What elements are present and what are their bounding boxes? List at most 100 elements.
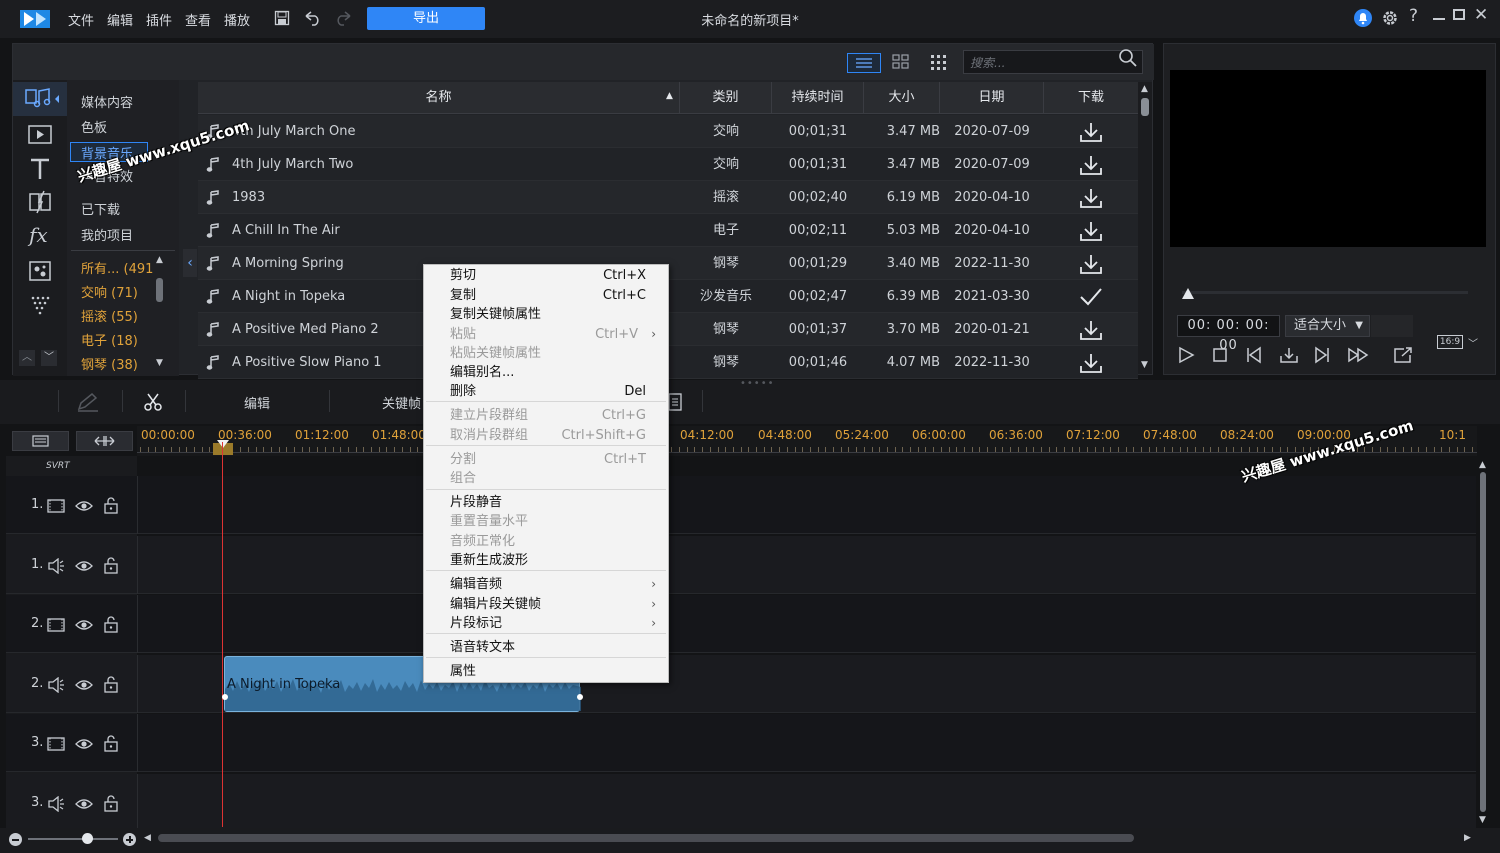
- zoom-in-icon[interactable]: [123, 833, 136, 846]
- save-icon[interactable]: [274, 10, 290, 26]
- category-downloaded[interactable]: 已下载: [81, 199, 120, 218]
- pip-object-icon[interactable]: [27, 258, 53, 284]
- eye-visibility-icon[interactable]: [75, 796, 93, 812]
- lock-icon[interactable]: [103, 556, 119, 574]
- lock-icon[interactable]: [103, 734, 119, 752]
- splitter-handle-icon[interactable]: •••••: [740, 378, 775, 389]
- menu-play[interactable]: 播放: [224, 10, 250, 29]
- pen-tool-icon[interactable]: [76, 392, 100, 412]
- genre-scroll-up-icon[interactable]: ▲: [156, 255, 163, 265]
- lock-icon[interactable]: [103, 615, 119, 633]
- close-icon[interactable]: ✕: [1474, 5, 1488, 25]
- settings-gear-icon[interactable]: [1380, 8, 1400, 28]
- genre-scroll-down-icon[interactable]: ▼: [156, 358, 163, 368]
- audio-track[interactable]: 3.: [6, 773, 1476, 832]
- download-icon[interactable]: [1078, 253, 1104, 275]
- timeline-hscroll-thumb[interactable]: [158, 834, 1134, 842]
- genre-piano[interactable]: 钢琴 (38): [81, 354, 138, 373]
- download-icon[interactable]: [1078, 187, 1104, 209]
- context-menu-item[interactable]: 片段静音: [450, 493, 660, 512]
- context-menu-item[interactable]: 语音转文本: [450, 638, 660, 657]
- col-size[interactable]: 大小: [864, 82, 940, 114]
- col-type[interactable]: 类别: [680, 82, 772, 114]
- table-scroll-up-icon[interactable]: ▲: [1141, 84, 1148, 94]
- undo-icon[interactable]: [304, 10, 322, 26]
- audio-room-tab[interactable]: [13, 82, 67, 116]
- undock-preview-icon[interactable]: [1392, 346, 1414, 364]
- preview-scrubber-handle[interactable]: [1181, 287, 1195, 301]
- category-color-board[interactable]: 色板: [81, 117, 107, 136]
- video-track[interactable]: 2.: [6, 595, 1476, 653]
- menu-edit[interactable]: 编辑: [107, 10, 133, 29]
- minimize-icon[interactable]: [1433, 18, 1445, 20]
- table-row[interactable]: A Chill In The Air 电子 00;02;11 5.03 MB 2020-…: [198, 214, 1138, 247]
- video-room-icon[interactable]: [27, 122, 53, 148]
- clip-handle-right[interactable]: [577, 694, 583, 700]
- video-track[interactable]: 1.: [6, 476, 1476, 534]
- genre-electronic[interactable]: 电子 (18): [81, 330, 138, 349]
- thumbnail-view-icon[interactable]: [929, 53, 949, 71]
- video-track[interactable]: 3.: [6, 714, 1476, 772]
- track-manager-icon[interactable]: [12, 431, 69, 451]
- fit-size-select[interactable]: 适合大小 ▼: [1285, 315, 1370, 337]
- menu-file[interactable]: 文件: [68, 10, 94, 29]
- eye-visibility-icon[interactable]: [75, 617, 93, 633]
- download-icon[interactable]: [1078, 121, 1104, 143]
- scroll-up-icon[interactable]: ︿: [19, 350, 35, 366]
- timeline-ruler[interactable]: 00:00:00 00:36:00 01:12:00 01:48:00 04:12:00…: [137, 426, 1477, 456]
- fast-forward-icon[interactable]: [1347, 346, 1369, 364]
- context-menu-item[interactable]: 编辑音频 ›: [450, 575, 660, 594]
- category-my-projects[interactable]: 我的项目: [81, 225, 133, 244]
- zoom-slider-handle[interactable]: [82, 833, 93, 844]
- eye-visibility-icon[interactable]: [75, 558, 93, 574]
- grid-view-icon[interactable]: [891, 53, 911, 71]
- lock-icon[interactable]: [103, 675, 119, 693]
- eye-visibility-icon[interactable]: [75, 498, 93, 514]
- particle-icon[interactable]: [27, 292, 53, 318]
- table-scrollbar[interactable]: ▲ ▼: [1138, 82, 1152, 374]
- help-icon[interactable]: ?: [1409, 6, 1418, 26]
- scroll-down-icon[interactable]: ﹀: [41, 350, 57, 366]
- table-scroll-thumb[interactable]: [1141, 98, 1149, 116]
- col-date[interactable]: 日期: [940, 82, 1044, 114]
- aspect-ratio-icon[interactable]: 16:9: [1437, 335, 1463, 349]
- clip-handle-left[interactable]: [222, 694, 228, 700]
- export-button[interactable]: 导出: [367, 7, 485, 30]
- context-menu-item[interactable]: 重新生成波形: [450, 551, 660, 570]
- stop-icon[interactable]: [1211, 346, 1229, 364]
- context-menu-item[interactable]: 属性: [450, 662, 660, 681]
- timecode-display[interactable]: 00: 00: 00: 00: [1177, 315, 1280, 353]
- col-duration[interactable]: 持续时间: [772, 82, 864, 114]
- col-name[interactable]: 名称: [198, 82, 680, 114]
- scissors-icon[interactable]: [143, 392, 163, 412]
- vscroll-down-icon[interactable]: ▼: [1479, 815, 1486, 825]
- hscroll-left-icon[interactable]: ◀: [144, 833, 151, 843]
- playhead-handle[interactable]: [212, 440, 234, 456]
- context-menu-item[interactable]: 删除 Del: [450, 382, 660, 401]
- genre-symphony[interactable]: 交响 (71): [81, 282, 138, 301]
- next-frame-icon[interactable]: [1313, 346, 1331, 364]
- maximize-icon[interactable]: [1453, 9, 1465, 20]
- zoom-out-icon[interactable]: [9, 833, 22, 846]
- prev-frame-icon[interactable]: [1245, 346, 1263, 364]
- context-menu-item[interactable]: 剪切 Ctrl+X: [450, 266, 660, 285]
- context-menu-item[interactable]: 编辑片段关键帧 ›: [450, 595, 660, 614]
- redo-icon[interactable]: [334, 10, 352, 26]
- search-icon[interactable]: [1117, 47, 1139, 69]
- download-icon[interactable]: [1078, 154, 1104, 176]
- play-icon[interactable]: [1177, 346, 1195, 364]
- transition-icon[interactable]: [27, 189, 53, 215]
- col-download[interactable]: 下载: [1044, 82, 1138, 114]
- genre-scrollbar[interactable]: [156, 278, 163, 302]
- collapse-panel-icon[interactable]: ‹: [183, 249, 197, 277]
- table-row[interactable]: 4th July March One 交响 00;01;31 3.47 MB 2020-…: [198, 115, 1138, 148]
- genre-rock[interactable]: 摇滚 (55): [81, 306, 138, 325]
- genre-all[interactable]: 所有... (491: [81, 258, 153, 277]
- menu-plugins[interactable]: 插件: [146, 10, 172, 29]
- effects-fx-icon[interactable]: fx: [27, 222, 53, 248]
- fit-timeline-icon[interactable]: [76, 431, 133, 451]
- edit-tab[interactable]: 编辑: [244, 393, 270, 412]
- context-menu-item[interactable]: 复制 Ctrl+C: [450, 286, 660, 305]
- context-menu-item[interactable]: 复制关键帧属性: [450, 305, 660, 324]
- audio-track[interactable]: 1.: [6, 535, 1476, 594]
